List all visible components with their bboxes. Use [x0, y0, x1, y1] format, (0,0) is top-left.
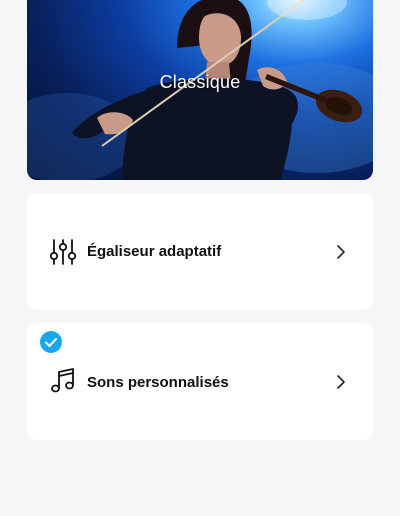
- selected-check-icon: [40, 331, 62, 353]
- adaptive-equalizer-card[interactable]: Égaliseur adaptatif: [27, 193, 373, 310]
- music-note-icon: [51, 368, 74, 393]
- hero-title: Classique: [159, 72, 241, 92]
- sound-settings-screen: Classique Égaliseur adaptatif Sons perso…: [0, 0, 400, 516]
- hero-card-classique[interactable]: Classique: [27, 0, 373, 180]
- chevron-right-icon: [337, 375, 345, 389]
- custom-sounds-label: Sons personnalisés: [87, 374, 229, 391]
- adaptive-equalizer-label: Égaliseur adaptatif: [87, 243, 222, 260]
- custom-sounds-card[interactable]: Sons personnalisés: [27, 323, 373, 440]
- equalizer-sliders-icon: [49, 239, 77, 265]
- chevron-right-icon: [337, 245, 345, 259]
